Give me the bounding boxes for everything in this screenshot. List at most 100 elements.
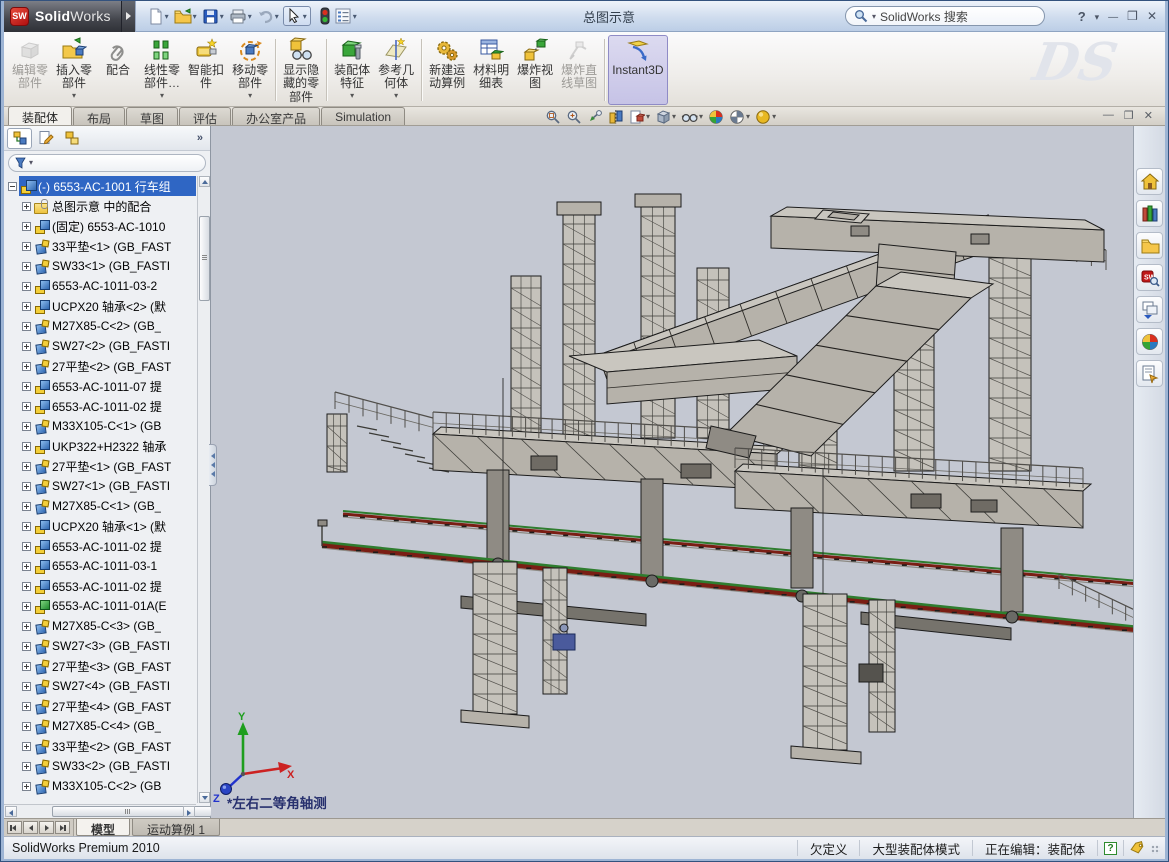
scroll-thumb[interactable]	[199, 216, 210, 301]
tree-item[interactable]: SW27<1> (GB_FASTI	[6, 476, 196, 496]
tree-item[interactable]: M27X85-C<2> (GB_	[6, 316, 196, 336]
expand-toggle[interactable]	[22, 722, 31, 731]
expand-toggle[interactable]	[22, 502, 31, 511]
expand-toggle[interactable]	[22, 602, 31, 611]
file-explorer-button[interactable]	[1136, 232, 1163, 259]
tree-item[interactable]: 27平垫<2> (GB_FAST	[6, 356, 196, 376]
ribbon-button-new-motion-study[interactable]: 新建运 动算例	[425, 35, 469, 105]
tree-item[interactable]: 6553-AC-1011-03-2	[6, 276, 196, 296]
tree-item[interactable]: 6553-AC-1011-02 提	[6, 576, 196, 596]
expand-toggle[interactable]	[22, 322, 31, 331]
expand-toggle[interactable]	[22, 762, 31, 771]
tab-motion-study-1[interactable]: 运动算例 1	[132, 819, 220, 836]
expand-toggle[interactable]	[22, 542, 31, 551]
tree-item[interactable]: 33平垫<1> (GB_FAST	[6, 236, 196, 256]
quick-tips-toggle[interactable]: ?	[1097, 840, 1123, 856]
ribbon-button-show-hidden-components[interactable]: 显示隐 藏的零 部件	[279, 35, 323, 105]
open-button[interactable]: ▾	[173, 6, 199, 27]
tree-item[interactable]: SW27<4> (GB_FASTI	[6, 676, 196, 696]
tree-item[interactable]: SW27<3> (GB_FASTI	[6, 636, 196, 656]
apply-scene-button[interactable]	[729, 109, 750, 125]
ribbon-button-linear-component-pattern[interactable]: 线性零 部件…	[140, 35, 184, 105]
tree-item[interactable]: M27X85-C<4> (GB_	[6, 716, 196, 736]
doc-minimize-button[interactable]	[1103, 109, 1114, 122]
tab-office-products[interactable]: 办公室产品	[232, 107, 320, 125]
section-view-button[interactable]	[608, 109, 624, 125]
tree-item[interactable]: 6553-AC-1011-03-1	[6, 556, 196, 576]
ribbon-button-insert-component[interactable]: 插入零 部件	[52, 35, 96, 105]
tree-item[interactable]: SW33<2> (GB_FASTI	[6, 756, 196, 776]
expand-toggle[interactable]	[22, 302, 31, 311]
print-button[interactable]: ▾	[228, 6, 254, 27]
tab-feature-manager-design-tree[interactable]	[7, 128, 32, 149]
tree-item[interactable]: SW27<2> (GB_FASTI	[6, 336, 196, 356]
tab-sketch[interactable]: 草图	[126, 107, 178, 125]
tree-item[interactable]: M27X85-C<1> (GB_	[6, 496, 196, 516]
solidworks-resources-button[interactable]	[1136, 168, 1163, 195]
expand-toggle[interactable]	[22, 242, 31, 251]
expand-toggle[interactable]	[22, 582, 31, 591]
ribbon-button-explode-line-sketch[interactable]: 爆炸直 线草图	[557, 35, 601, 105]
tree-item[interactable]: 6553-AC-1011-02 提	[6, 396, 196, 416]
expand-toggle[interactable]	[22, 262, 31, 271]
expand-toggle[interactable]	[22, 522, 31, 531]
panel-tab-overflow[interactable]	[197, 132, 207, 144]
3d-model-canvas[interactable]: Y X Z *左右二等角轴测	[211, 126, 1133, 818]
ribbon-button-assembly-features[interactable]: 装配体 特征	[330, 35, 374, 105]
view-palette-button[interactable]	[1136, 296, 1163, 323]
doc-close-button[interactable]	[1144, 109, 1153, 122]
menu-expand-arrow[interactable]	[122, 1, 136, 32]
tree-item[interactable]: UCPX20 轴承<2> (默	[6, 296, 196, 316]
zoom-to-area-button[interactable]	[566, 109, 582, 125]
tree-item[interactable]: 27平垫<4> (GB_FAST	[6, 696, 196, 716]
expand-toggle[interactable]	[22, 702, 31, 711]
tree-root-assembly[interactable]: (-) 6553-AC-1001 行车组	[6, 176, 196, 196]
doc-restore-button[interactable]	[1124, 109, 1134, 122]
ribbon-button-bill-of-materials[interactable]: 材料明 细表	[469, 35, 513, 105]
custom-properties-button[interactable]	[1136, 360, 1163, 387]
feature-tree[interactable]: (-) 6553-AC-1001 行车组 总图示意 中的配合 (固定) 6553…	[4, 174, 210, 804]
ribbon-button-smart-fasteners[interactable]: 智能扣 件	[184, 35, 228, 105]
scroll-up-arrow[interactable]	[199, 176, 210, 187]
tree-item[interactable]: M33X105-C<2> (GB	[6, 776, 196, 796]
rebuild-button[interactable]	[319, 5, 331, 27]
graphics-viewport[interactable]: Y X Z *左右二等角轴测	[211, 126, 1133, 818]
tree-horizontal-scrollbar[interactable]	[4, 804, 196, 818]
edit-appearance-button[interactable]	[708, 109, 724, 125]
tab-property-manager[interactable]	[33, 128, 58, 149]
ribbon-button-reference-geometry[interactable]: 参考几 何体	[374, 35, 418, 105]
design-library-button[interactable]	[1136, 200, 1163, 227]
options-button[interactable]: ▾	[333, 6, 359, 26]
select-tool-button[interactable]: ▾	[283, 6, 311, 26]
resize-grip[interactable]	[1149, 840, 1161, 856]
display-style-button[interactable]	[655, 109, 676, 125]
tree-item[interactable]: (固定) 6553-AC-1010	[6, 216, 196, 236]
expand-toggle[interactable]	[22, 482, 31, 491]
expand-toggle[interactable]	[22, 682, 31, 691]
help-button[interactable]	[1078, 9, 1086, 24]
expand-toggle[interactable]	[22, 662, 31, 671]
tab-model[interactable]: 模型	[76, 819, 130, 836]
expand-toggle[interactable]	[22, 422, 31, 431]
filter-caret[interactable]	[29, 158, 33, 167]
expand-toggle[interactable]	[22, 642, 31, 651]
search-scope-caret[interactable]	[872, 12, 876, 21]
expand-toggle[interactable]	[22, 362, 31, 371]
gantry-crane-model[interactable]	[318, 194, 1133, 764]
tree-item[interactable]: 6553-AC-1011-02 提	[6, 536, 196, 556]
tree-item[interactable]: 6553-AC-1011-01A(E	[6, 596, 196, 616]
expand-toggle[interactable]	[22, 462, 31, 471]
expand-toggle[interactable]	[22, 562, 31, 571]
help-caret[interactable]	[1095, 9, 1100, 23]
expand-toggle[interactable]	[22, 442, 31, 451]
expand-toggle[interactable]	[22, 782, 31, 791]
ribbon-button-instant3d[interactable]: Instant3D	[608, 35, 667, 105]
ribbon-button-mate[interactable]: 配合	[96, 35, 140, 105]
solidworks-search-button[interactable]: SW	[1136, 264, 1163, 291]
tree-item[interactable]: 6553-AC-1011-07 提	[6, 376, 196, 396]
zoom-to-fit-button[interactable]	[545, 109, 561, 125]
collapse-toggle[interactable]	[8, 182, 17, 191]
expand-toggle[interactable]	[22, 222, 31, 231]
scroll-down-arrow[interactable]	[199, 792, 210, 803]
tree-item[interactable]: M33X105-C<1> (GB	[6, 416, 196, 436]
